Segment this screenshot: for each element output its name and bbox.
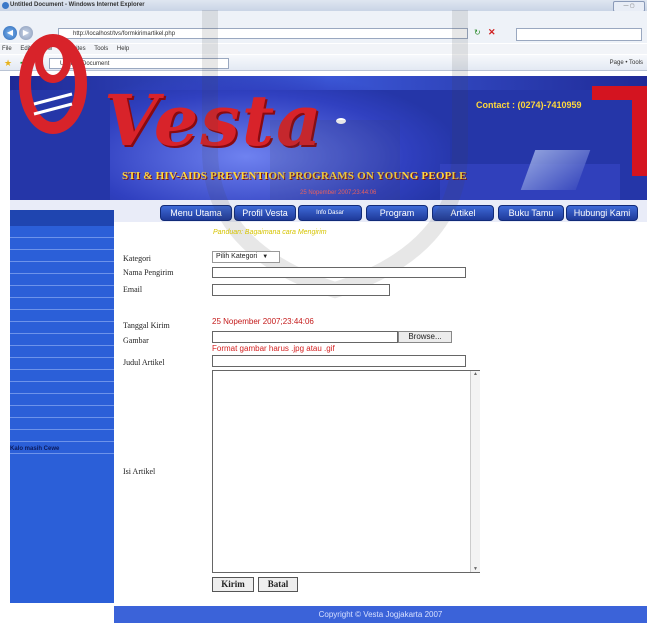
judul-artikel-label: Judul Artikel [123, 358, 165, 367]
ie-icon [2, 2, 9, 9]
nama-pengirim-input[interactable] [212, 267, 466, 278]
scroll-up-icon[interactable]: ▲ [471, 371, 480, 377]
welcome-text: Panduan: Bagaimana cara Mengirim [213, 229, 327, 236]
sidebar-lines [10, 226, 114, 456]
banner-red-vertical [632, 86, 647, 176]
browse-button[interactable]: Browse... [398, 331, 452, 343]
sidebar-text: Kalo masih Cewe [10, 446, 60, 452]
isi-artikel-textarea[interactable] [212, 370, 480, 573]
nav-hubungi-kami[interactable]: Hubungi Kami [566, 205, 638, 221]
email-label: Email [123, 285, 143, 294]
isi-artikel-label: Isi Artikel [123, 467, 156, 476]
gambar-file-input[interactable] [212, 331, 398, 343]
back-arrow-icon[interactable]: ◀ [3, 26, 17, 40]
favorites-star-icon[interactable]: ★ [4, 58, 12, 69]
toolbar-page-tools[interactable]: Page • Tools [610, 58, 643, 69]
textarea-scrollbar[interactable]: ▲ ▼ [470, 371, 480, 572]
search-input[interactable] [516, 28, 642, 41]
kategori-label: Kategori [123, 254, 151, 263]
nama-pengirim-label: Nama Pengirim [123, 268, 174, 277]
kategori-select[interactable]: Pilih Kategori ▼ [212, 251, 280, 263]
kirim-button[interactable]: Kirim [212, 577, 254, 592]
menu-file[interactable]: File [2, 46, 12, 52]
sidebar-header [10, 210, 114, 226]
judul-artikel-input[interactable] [212, 355, 466, 367]
batal-button[interactable]: Batal [258, 577, 298, 592]
chevron-down-icon: ▼ [262, 254, 269, 260]
nav-buku-tamu[interactable]: Buku Tamu [498, 205, 564, 221]
gambar-label: Gambar [123, 336, 149, 345]
tanggal-kirim-value: 25 Nopember 2007;23:44:06 [212, 317, 314, 326]
email-input[interactable] [212, 284, 390, 296]
menu-help[interactable]: Help [117, 46, 129, 52]
menu-tools[interactable]: Tools [94, 46, 108, 52]
window-title: Untitled Document - Windows Internet Exp… [10, 2, 145, 8]
footer: Copyright © Vesta Jogjakarta 2007 [114, 606, 647, 623]
vesta-logo-icon [19, 34, 87, 134]
format-note: Format gambar harus .jpg atau .gif [212, 344, 335, 353]
kategori-selected-value: Pilih Kategori [216, 253, 258, 260]
tanggal-kirim-label: Tanggal Kirim [123, 321, 170, 330]
scroll-down-icon[interactable]: ▼ [471, 566, 480, 572]
